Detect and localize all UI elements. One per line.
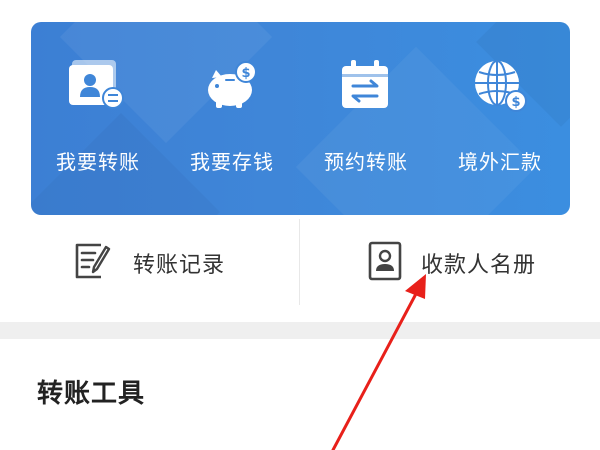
quick-action-banner: 我要转账 $ 我要存钱 预约转账 $ 境外汇款 (31, 22, 570, 215)
edit-document-icon (71, 239, 115, 283)
shortcut-label: 转账记录 (133, 253, 226, 278)
svg-text:$: $ (511, 95, 520, 110)
transfer-card-icon (68, 56, 128, 116)
quick-action-label: 我要转账 (56, 150, 140, 174)
section-title: 转账工具 (37, 379, 146, 409)
piggy-bank-icon: $ (202, 56, 262, 116)
quick-action-scheduled-transfer[interactable]: 预约转账 (299, 22, 433, 215)
quick-action-transfer[interactable]: 我要转账 (31, 22, 165, 215)
globe-dollar-icon: $ (470, 56, 530, 116)
contact-book-icon (363, 239, 407, 283)
quick-action-deposit[interactable]: $ 我要存钱 (165, 22, 299, 215)
svg-text:$: $ (241, 66, 250, 81)
quick-action-label: 预约转账 (324, 150, 408, 174)
payee-list-button[interactable]: 收款人名册 (300, 217, 570, 305)
quick-action-overseas-remittance[interactable]: $ 境外汇款 (433, 22, 567, 215)
section-separator (0, 322, 600, 339)
quick-action-label: 境外汇款 (458, 150, 542, 174)
quick-action-label: 我要存钱 (190, 150, 274, 174)
shortcut-label: 收款人名册 (421, 253, 537, 278)
transfer-records-button[interactable]: 转账记录 (31, 217, 299, 305)
calendar-transfer-icon (336, 56, 396, 116)
